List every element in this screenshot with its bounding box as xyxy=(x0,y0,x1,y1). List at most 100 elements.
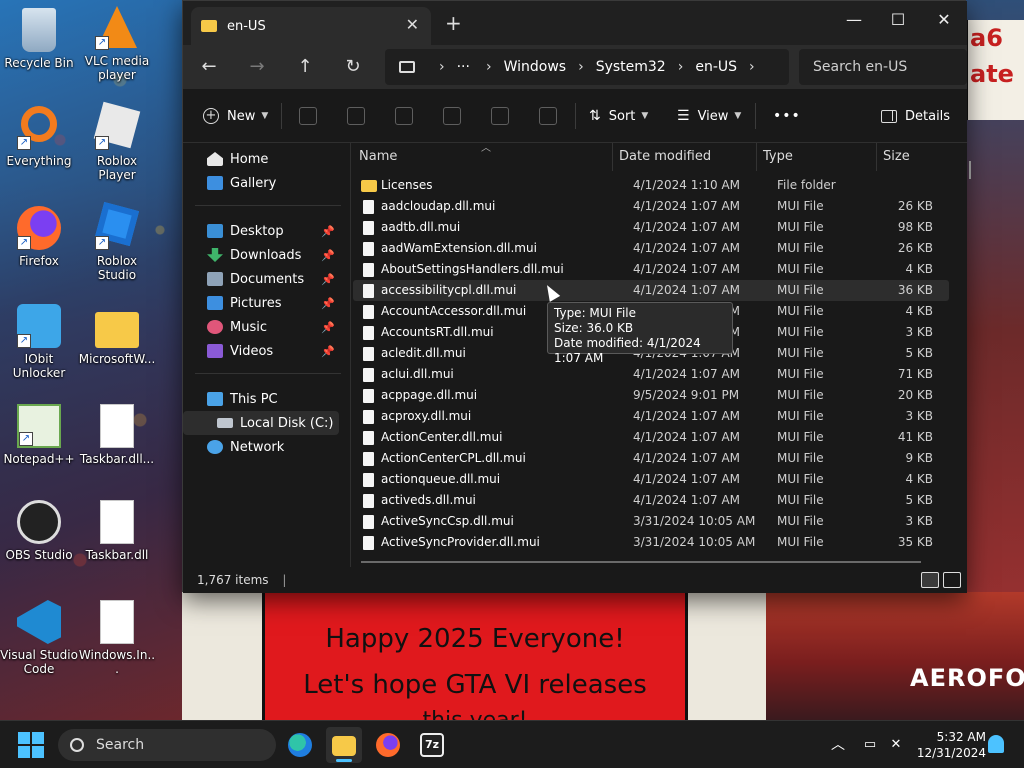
desktop-icon-roblox-player[interactable]: ↗ Roblox Player xyxy=(78,101,156,182)
sidebar-item-videos[interactable]: Videos 📌 xyxy=(183,339,339,363)
file-row[interactable]: ActionCenterCPL.dll.mui 4/1/2024 1:07 AM M… xyxy=(353,448,949,469)
pin-icon[interactable]: 📌 xyxy=(321,297,335,310)
taskbar-app-7zip[interactable]: 7z xyxy=(414,727,450,763)
pin-icon[interactable]: 📌 xyxy=(321,273,335,286)
desktop-icon-recycle-bin[interactable]: Recycle Bin xyxy=(0,8,78,70)
file-row[interactable]: actionqueue.dll.mui 4/1/2024 1:07 AM MUI F… xyxy=(353,469,949,490)
file-row[interactable]: aadWamExtension.dll.mui 4/1/2024 1:07 AM M… xyxy=(353,238,949,259)
desktop-icon-everything[interactable]: ↗ Everything xyxy=(0,106,78,168)
taskbar-app-firefox[interactable] xyxy=(370,727,406,763)
column-header-type[interactable]: Type xyxy=(757,143,877,171)
desktop-icon-vscode[interactable]: Visual Studio Code xyxy=(0,600,78,676)
new-tab-icon[interactable]: + xyxy=(445,13,462,33)
delete-button[interactable] xyxy=(539,89,557,143)
back-arrow-icon[interactable]: ← xyxy=(195,53,223,81)
file-row[interactable]: Licenses 4/1/2024 1:10 AM File folder xyxy=(353,175,949,196)
forward-arrow-icon[interactable]: → xyxy=(243,53,271,81)
desktop-icon-notepad-plus-plus[interactable]: ↗ Notepad++ xyxy=(0,404,78,466)
pin-icon[interactable]: 📌 xyxy=(321,249,335,262)
search-input[interactable]: Search en-US xyxy=(799,49,967,85)
sidebar-item-network[interactable]: Network xyxy=(183,435,339,459)
chevron-right-icon[interactable]: › xyxy=(578,59,584,75)
file-row[interactable]: aadtb.dll.mui 4/1/2024 1:07 AM MUI File 98 … xyxy=(353,217,949,238)
breadcrumb-system32[interactable]: System32 xyxy=(596,59,666,75)
title-bar[interactable]: en-US ✕ + — ☐ ✕ xyxy=(183,1,967,45)
sidebar-item-this-pc[interactable]: This PC xyxy=(183,387,339,411)
large-icons-view-toggle-icon[interactable] xyxy=(943,572,961,588)
desktop-icon-taskbar-dll[interactable]: Taskbar.dll xyxy=(78,500,156,562)
chevron-right-icon[interactable]: › xyxy=(749,59,755,75)
taskbar-search-box[interactable]: Search xyxy=(58,729,276,761)
desktop-icon-iobit-unlocker[interactable]: ↗ IObit Unlocker xyxy=(0,304,78,380)
refresh-icon[interactable]: ↻ xyxy=(339,53,367,81)
file-row[interactable]: accessibilitycpl.dll.mui 4/1/2024 1:07 AM… xyxy=(353,280,949,301)
desktop-icon-obs-studio[interactable]: OBS Studio xyxy=(0,500,78,562)
taskbar-app-edge[interactable] xyxy=(282,727,318,763)
view-button[interactable]: ☰ View ▼ xyxy=(677,89,741,143)
show-hidden-icons-chevron-up-icon[interactable]: ︿ xyxy=(826,721,850,768)
monitor-icon[interactable] xyxy=(399,61,415,73)
rename-button[interactable] xyxy=(443,89,461,143)
copy-button[interactable] xyxy=(347,89,365,143)
cut-button[interactable] xyxy=(299,89,317,143)
breadcrumb-windows[interactable]: Windows xyxy=(504,59,567,75)
column-header-date[interactable]: Date modified xyxy=(613,143,757,171)
share-button[interactable] xyxy=(491,89,509,143)
taskbar-clock[interactable]: 5:32 AM 12/31/2024 xyxy=(914,729,986,761)
chevron-right-icon[interactable]: › xyxy=(439,59,445,75)
maximize-button[interactable]: ☐ xyxy=(875,5,921,35)
sidebar-item-home[interactable]: Home xyxy=(183,147,339,171)
vertical-scrollbar[interactable] xyxy=(969,161,971,179)
pin-icon[interactable]: 📌 xyxy=(321,225,335,238)
horizontal-scrollbar[interactable] xyxy=(361,561,921,563)
up-arrow-icon[interactable]: ↑ xyxy=(291,53,319,81)
file-row[interactable]: ActiveSyncProvider.dll.mui 3/31/2024 10:0… xyxy=(353,532,949,553)
obs-icon xyxy=(17,500,61,544)
file-row[interactable]: aadcloudap.dll.mui 4/1/2024 1:07 AM MUI Fi… xyxy=(353,196,949,217)
sidebar-item-music[interactable]: Music 📌 xyxy=(183,315,339,339)
desktop-icon-vlc[interactable]: ↗ VLC media player xyxy=(78,6,156,82)
ellipsis-icon[interactable]: ··· xyxy=(457,59,470,75)
volume-muted-icon[interactable]: ✕ xyxy=(884,721,908,768)
file-row[interactable]: acppage.dll.mui 9/5/2024 9:01 PM MUI File 2… xyxy=(353,385,949,406)
desktop-icon-taskbar-dll-file[interactable]: Taskbar.dll... xyxy=(78,404,156,466)
file-row[interactable]: acproxy.dll.mui 4/1/2024 1:07 AM MUI File 3… xyxy=(353,406,949,427)
file-row[interactable]: ActiveSyncCsp.dll.mui 3/31/2024 10:05 AM M… xyxy=(353,511,949,532)
monitor-network-icon[interactable]: ▭ xyxy=(858,721,882,768)
tab-en-us[interactable]: en-US ✕ xyxy=(191,7,431,45)
windows-start-icon[interactable] xyxy=(18,732,44,758)
details-view-toggle-icon[interactable] xyxy=(921,572,939,588)
chevron-right-icon[interactable]: › xyxy=(486,59,492,75)
sidebar-item-desktop[interactable]: Desktop 📌 xyxy=(183,219,339,243)
sidebar-item-gallery[interactable]: Gallery xyxy=(183,171,339,195)
desktop-icon-firefox[interactable]: ↗ Firefox xyxy=(0,206,78,268)
sidebar-item-downloads[interactable]: Downloads 📌 xyxy=(183,243,339,267)
sidebar-item-pictures[interactable]: Pictures 📌 xyxy=(183,291,339,315)
taskbar-app-file-explorer[interactable] xyxy=(326,727,362,763)
notification-bell-icon[interactable] xyxy=(988,735,1004,753)
minimize-button[interactable]: — xyxy=(831,5,877,35)
breadcrumb[interactable]: › ··· › Windows › System32 › en-US › xyxy=(385,49,789,85)
close-tab-icon[interactable]: ✕ xyxy=(406,16,419,34)
desktop-icon-microsoftw-folder[interactable]: MicrosoftW... xyxy=(78,304,156,366)
sort-button[interactable]: ⇅ Sort ▼ xyxy=(589,89,648,143)
details-button[interactable]: Details xyxy=(881,89,950,143)
chevron-right-icon[interactable]: › xyxy=(678,59,684,75)
new-button[interactable]: + New ▼ xyxy=(203,89,268,143)
pin-icon[interactable]: 📌 xyxy=(321,321,335,334)
file-row[interactable]: activeds.dll.mui 4/1/2024 1:07 AM MUI File… xyxy=(353,490,949,511)
file-row[interactable]: AboutSettingsHandlers.dll.mui 4/1/2024 1:… xyxy=(353,259,949,280)
file-row[interactable]: ActionCenter.dll.mui 4/1/2024 1:07 AM MUI … xyxy=(353,427,949,448)
desktop-icon-roblox-studio[interactable]: ↗ Roblox Studio xyxy=(78,201,156,282)
sidebar-item-documents[interactable]: Documents 📌 xyxy=(183,267,339,291)
desktop-icon-windows-in-file[interactable]: Windows.In... xyxy=(78,600,156,676)
sidebar-item-local-disk[interactable]: Local Disk (C:) xyxy=(183,411,339,435)
paste-button[interactable] xyxy=(395,89,413,143)
pin-icon[interactable]: 📌 xyxy=(321,345,335,358)
breadcrumb-en-us[interactable]: en-US xyxy=(695,59,737,75)
column-header-size[interactable]: Size xyxy=(877,143,949,171)
file-row[interactable]: aclui.dll.mui 4/1/2024 1:07 AM MUI File 71 … xyxy=(353,364,949,385)
close-window-button[interactable]: ✕ xyxy=(921,5,967,35)
column-header-name[interactable]: ︿ Name xyxy=(353,143,613,171)
see-more-button[interactable]: ••• xyxy=(773,89,801,143)
